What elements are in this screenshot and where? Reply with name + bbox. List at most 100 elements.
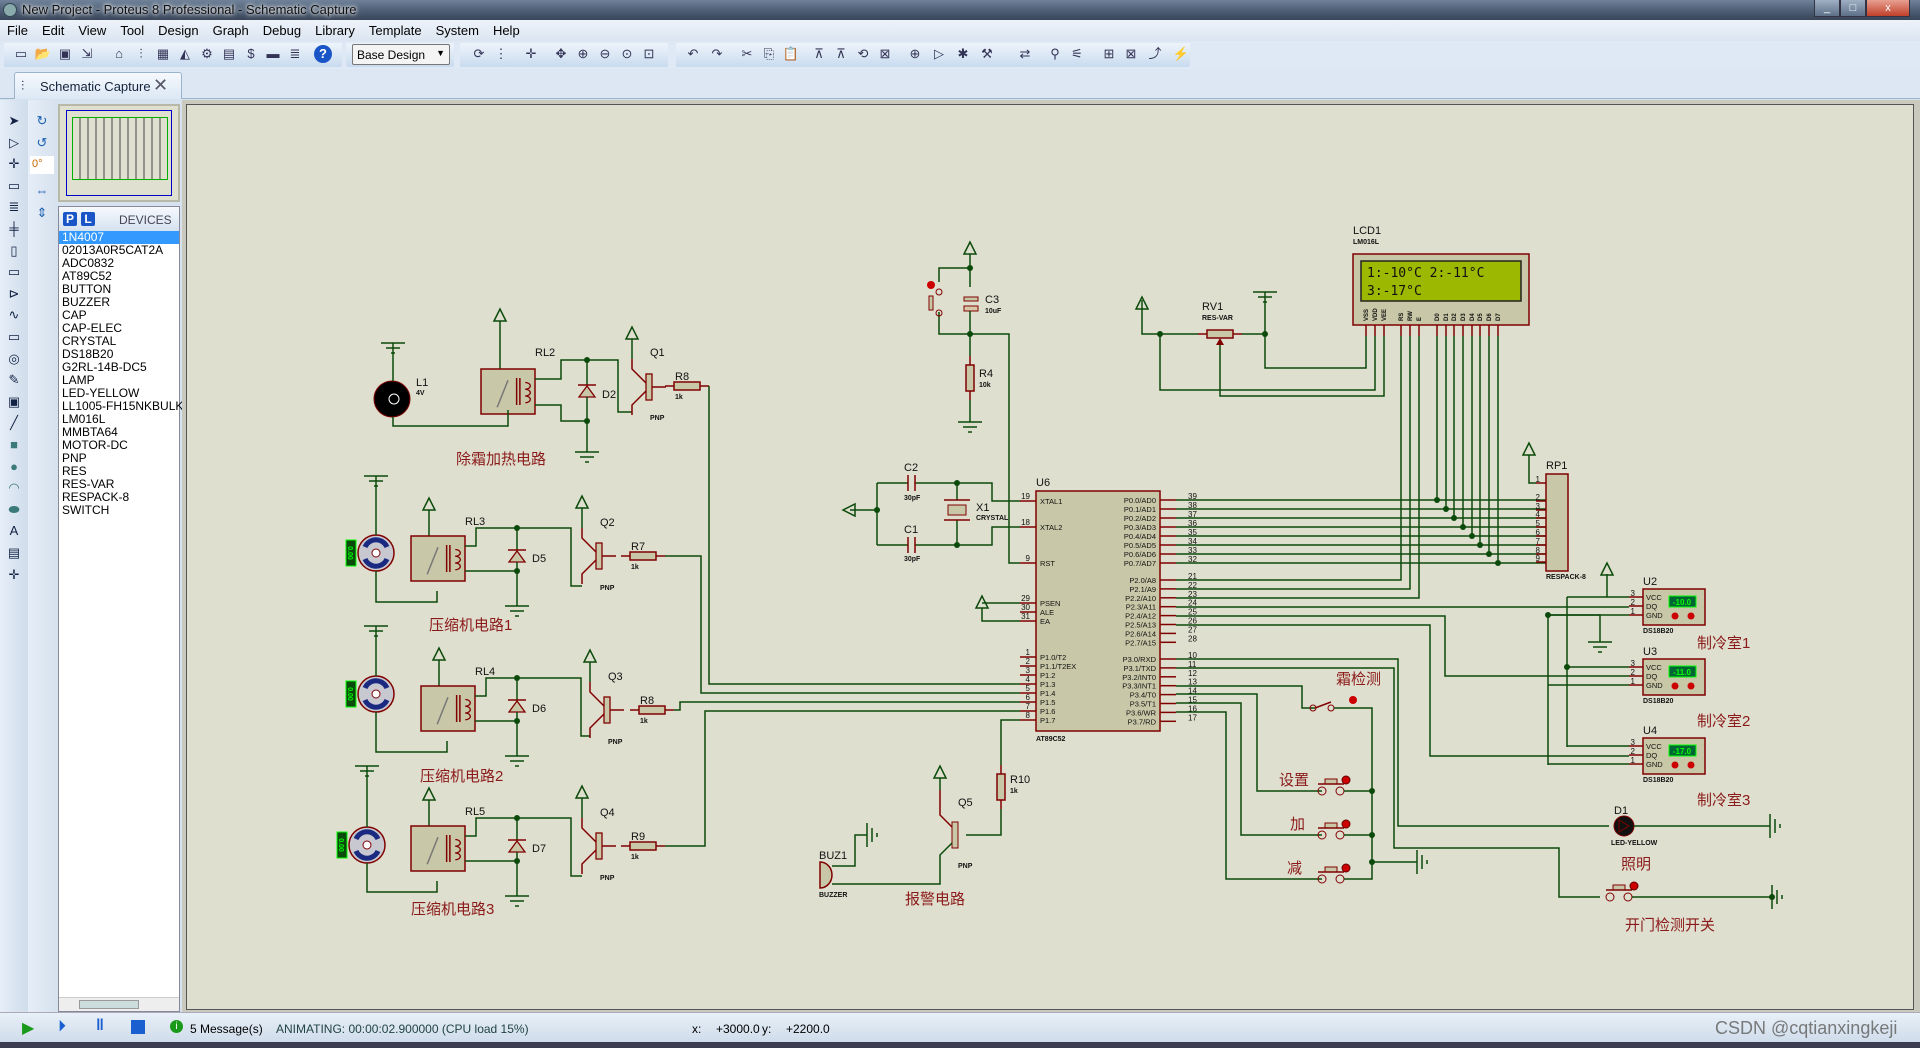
decompose-icon[interactable]: ⚒: [978, 45, 996, 63]
generator-mode-icon[interactable]: ◎: [5, 350, 23, 368]
horizontal-scrollbar[interactable]: [59, 997, 179, 1011]
component-mode-icon[interactable]: ▷: [5, 134, 23, 152]
menu-file[interactable]: File: [0, 20, 35, 38]
copy-icon[interactable]: ⎘: [760, 45, 778, 63]
remove-sheet-icon[interactable]: ⊠: [1122, 45, 1140, 63]
menu-library[interactable]: Library: [308, 20, 362, 38]
circle-mode-icon[interactable]: ●: [5, 458, 23, 476]
close-button[interactable]: x: [1866, 0, 1910, 17]
search-icon[interactable]: ⚲: [1046, 45, 1064, 63]
overview-window[interactable]: [58, 104, 180, 202]
selection-mode-icon[interactable]: ➤: [5, 112, 23, 130]
make-device-icon[interactable]: ▷: [930, 45, 948, 63]
tab-schematic-capture[interactable]: ⫶ Schematic Capture ✕: [14, 72, 182, 99]
step-button[interactable]: ⏵: [58, 1018, 66, 1036]
undo-icon[interactable]: ↶: [684, 45, 702, 63]
pause-button[interactable]: ‖: [96, 1017, 104, 1035]
messages-count[interactable]: 5 Message(s): [190, 1022, 263, 1036]
packaging-icon[interactable]: ✱: [954, 45, 972, 63]
stop-button[interactable]: [131, 1020, 145, 1034]
path-mode-icon[interactable]: ⬬: [5, 501, 23, 519]
wire-label-mode-icon[interactable]: ▭: [5, 177, 23, 195]
notes-icon[interactable]: ▬: [264, 45, 282, 63]
new-sheet-icon[interactable]: ⊞: [1100, 45, 1118, 63]
graph-mode-icon[interactable]: ∿: [5, 306, 23, 324]
pick-device-icon[interactable]: ⊕: [906, 45, 924, 63]
junction-mode-icon[interactable]: ✛: [5, 155, 23, 173]
new-file-icon[interactable]: ▭: [12, 45, 30, 63]
zoom-all-icon[interactable]: ⊙: [618, 45, 636, 63]
property-assignment-icon[interactable]: ⚟: [1068, 45, 1086, 63]
arc-mode-icon[interactable]: ◠: [5, 479, 23, 497]
paste-icon[interactable]: 📋: [782, 45, 800, 63]
netlist-to-ares-icon[interactable]: ⚡: [1172, 45, 1190, 63]
refresh-icon[interactable]: ⟳: [470, 45, 488, 63]
bus-mode-icon[interactable]: ╪: [5, 220, 23, 238]
menu-view[interactable]: View: [71, 20, 113, 38]
cut-icon[interactable]: ✂: [738, 45, 756, 63]
open-folder-icon[interactable]: 📂: [34, 45, 52, 63]
schematic-canvas[interactable]: [186, 104, 1914, 1010]
block-copy-icon[interactable]: ⊼: [810, 45, 828, 63]
terminals-mode-icon[interactable]: ▭: [5, 263, 23, 281]
device-pins-mode-icon[interactable]: ⊳: [5, 285, 23, 303]
virtual-instruments-mode-icon[interactable]: ▣: [5, 393, 23, 411]
line-mode-icon[interactable]: ╱: [5, 414, 23, 432]
report-icon[interactable]: ≣: [286, 45, 304, 63]
zoom-out-icon[interactable]: ⊖: [596, 45, 614, 63]
save-icon[interactable]: ▣: [56, 45, 74, 63]
bom-icon[interactable]: ▤: [220, 45, 238, 63]
pick-devices-button[interactable]: P: [63, 212, 77, 226]
help-icon[interactable]: ?: [314, 45, 332, 63]
subcircuit-mode-icon[interactable]: ▯: [5, 242, 23, 260]
menu-debug[interactable]: Debug: [256, 20, 308, 38]
design-explorer-icon[interactable]: $: [242, 45, 260, 63]
window-title: New Project - Proteus 8 Professional - S…: [22, 2, 357, 17]
box-mode-icon[interactable]: ■: [5, 436, 23, 454]
menu-graph[interactable]: Graph: [206, 20, 256, 38]
play-button[interactable]: ▶: [22, 1018, 34, 1038]
block-delete-icon[interactable]: ⊠: [876, 45, 894, 63]
mirror-horizontal-icon[interactable]: ⇔: [33, 182, 51, 200]
marker-mode-icon[interactable]: ✛: [5, 566, 23, 584]
pan-icon[interactable]: ✥: [552, 45, 570, 63]
menu-template[interactable]: Template: [362, 20, 429, 38]
maximize-button[interactable]: □: [1840, 0, 1866, 17]
status-bar: ▶ ⏵ ‖ i 5 Message(s) ANIMATING: 00:00:02…: [0, 1012, 1920, 1042]
zoom-in-icon[interactable]: ⊕: [574, 45, 592, 63]
schematic-icon[interactable]: ⫶: [132, 45, 150, 63]
text-mode-icon[interactable]: A: [5, 522, 23, 540]
menu-help[interactable]: Help: [486, 20, 527, 38]
voltage-probe-mode-icon[interactable]: ✎: [5, 371, 23, 389]
minimize-button[interactable]: _: [1814, 0, 1840, 17]
menu-design[interactable]: Design: [151, 20, 205, 38]
text-script-mode-icon[interactable]: ≣: [5, 198, 23, 216]
block-rotate-icon[interactable]: ⟲: [854, 45, 872, 63]
origin-icon[interactable]: ✛: [522, 45, 540, 63]
block-move-icon[interactable]: ⊼: [832, 45, 850, 63]
close-tab-icon[interactable]: ✕: [153, 75, 168, 96]
mirror-vertical-icon[interactable]: ⇕: [33, 204, 51, 222]
device-item[interactable]: SWITCH: [59, 504, 179, 517]
menu-tool[interactable]: Tool: [113, 20, 151, 38]
menu-system[interactable]: System: [429, 20, 486, 38]
3d-viewer-icon[interactable]: ◭: [176, 45, 194, 63]
pcb-icon[interactable]: ▦: [154, 45, 172, 63]
rotation-field[interactable]: 0°: [30, 156, 54, 174]
active-popup-mode-icon[interactable]: ▭: [5, 328, 23, 346]
rotate-clockwise-icon[interactable]: ↻: [33, 112, 51, 130]
redo-icon[interactable]: ↷: [708, 45, 726, 63]
rotate-anticlockwise-icon[interactable]: ↺: [33, 134, 51, 152]
menu-edit[interactable]: Edit: [35, 20, 71, 38]
grid-icon[interactable]: ⋮: [492, 45, 510, 63]
exit-parent-icon[interactable]: ⤴: [1146, 45, 1164, 63]
home-icon[interactable]: ⌂: [110, 45, 128, 63]
wire-autorouter-icon[interactable]: ⇄: [1016, 45, 1034, 63]
library-manager-button[interactable]: L: [81, 212, 95, 226]
import-icon[interactable]: ⇲: [78, 45, 96, 63]
symbol-mode-icon[interactable]: ▤: [5, 544, 23, 562]
device-list: 1N4007 02013A0R5CAT2A ADC0832 AT89C52 BUTTON…: [59, 231, 183, 517]
gerber-icon[interactable]: ⚙: [198, 45, 216, 63]
design-select[interactable]: Base Design ▼: [352, 44, 450, 65]
zoom-area-icon[interactable]: ⊡: [640, 45, 658, 63]
